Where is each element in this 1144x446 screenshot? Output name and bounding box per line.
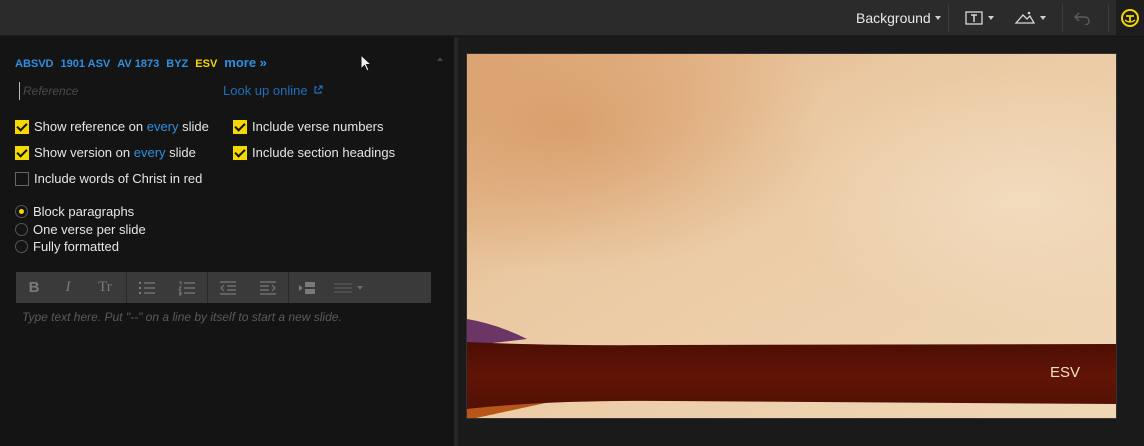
show-reference-checkbox[interactable] xyxy=(15,119,29,134)
background-label: Background xyxy=(856,10,931,26)
slide-background-image xyxy=(467,54,1116,418)
chevron-down-icon xyxy=(357,285,363,290)
scroll-up-arrow-icon[interactable] xyxy=(437,57,443,61)
version-byz[interactable]: BYZ xyxy=(166,58,188,70)
text-layout-button[interactable] xyxy=(964,0,994,36)
background-dropdown[interactable]: Background xyxy=(856,0,941,36)
toolbar-divider xyxy=(1108,4,1109,32)
fully-formatted-label: Fully formatted xyxy=(33,239,119,254)
fully-formatted-radio[interactable] xyxy=(15,240,28,253)
text-size-button[interactable]: Tr xyxy=(84,272,126,303)
top-toolbar: Background xyxy=(0,0,1144,36)
mouse-cursor-icon xyxy=(360,54,373,72)
editor-placeholder[interactable]: Type text here. Put "--" on a line by it… xyxy=(22,310,342,324)
reference-input[interactable] xyxy=(19,82,209,100)
one-verse-option[interactable]: One verse per slide xyxy=(15,222,146,237)
version-absvd[interactable]: ABSVD xyxy=(15,58,54,70)
one-verse-label: One verse per slide xyxy=(33,222,146,237)
insert-block-button[interactable] xyxy=(289,272,325,303)
version-esv[interactable]: ESV xyxy=(195,58,217,70)
numbered-list-button[interactable] xyxy=(167,272,207,303)
include-section-headings-option[interactable]: Include section headings xyxy=(233,145,395,160)
toolbar-divider xyxy=(1062,4,1063,32)
chevron-down-icon xyxy=(988,16,994,20)
look-up-online-label: Look up online xyxy=(223,83,308,98)
image-button[interactable] xyxy=(1014,0,1046,36)
outdent-icon xyxy=(220,280,236,295)
slide-version-label: ESV xyxy=(1049,364,1080,381)
fully-formatted-option[interactable]: Fully formatted xyxy=(15,239,119,254)
include-section-headings-label: Include section headings xyxy=(252,145,396,160)
show-reference-option[interactable]: Show reference on every slide xyxy=(15,119,209,134)
more-versions-link[interactable]: more » xyxy=(224,55,267,70)
version-av-1873[interactable]: AV 1873 xyxy=(117,58,159,70)
undo-button[interactable] xyxy=(1073,0,1091,36)
indent-icon xyxy=(260,280,276,295)
include-verse-numbers-checkbox[interactable] xyxy=(233,119,247,134)
include-words-christ-checkbox[interactable] xyxy=(15,171,29,186)
logo-badge-icon xyxy=(1121,9,1139,27)
insert-block-icon xyxy=(299,281,315,294)
version-list: ABSVD 1901 ASV AV 1873 BYZ ESV more » xyxy=(15,55,267,70)
bold-button[interactable]: B xyxy=(16,272,52,303)
bullet-list-button[interactable] xyxy=(127,272,167,303)
text-layout-icon xyxy=(965,11,983,25)
editor-toolbar: B I Tr xyxy=(16,272,431,303)
show-version-checkbox[interactable] xyxy=(15,145,29,160)
slide-preview[interactable]: ESV xyxy=(466,53,1117,419)
numbered-list-icon xyxy=(178,281,195,295)
look-up-online-link[interactable]: Look up online xyxy=(223,83,323,98)
block-paragraphs-label: Block paragraphs xyxy=(33,204,135,219)
scripture-panel: ABSVD 1901 ASV AV 1873 BYZ ESV more » Lo… xyxy=(0,37,452,446)
include-verse-numbers-label: Include verse numbers xyxy=(252,119,384,134)
include-words-christ-label: Include words of Christ in red xyxy=(34,171,203,186)
include-verse-numbers-option[interactable]: Include verse numbers xyxy=(233,119,384,134)
version-1901-asv[interactable]: 1901 ASV xyxy=(61,58,111,70)
undo-icon xyxy=(1074,12,1090,25)
chevron-down-icon xyxy=(934,16,941,20)
external-link-icon xyxy=(314,85,323,94)
show-reference-label: Show reference on every slide xyxy=(34,119,209,134)
outdent-button[interactable] xyxy=(208,272,248,303)
indent-button[interactable] xyxy=(248,272,288,303)
paragraph-style-icon xyxy=(334,282,352,293)
block-paragraphs-option[interactable]: Block paragraphs xyxy=(15,204,134,219)
chevron-down-icon xyxy=(1040,16,1046,20)
one-verse-radio[interactable] xyxy=(15,223,28,236)
include-section-headings-checkbox[interactable] xyxy=(233,145,247,160)
show-version-label: Show version on every slide xyxy=(34,145,196,160)
paragraph-style-dropdown[interactable] xyxy=(325,272,371,303)
show-version-option[interactable]: Show version on every slide xyxy=(15,145,196,160)
italic-button[interactable]: I xyxy=(52,272,84,303)
image-mountain-icon xyxy=(1014,11,1036,24)
logo-button[interactable] xyxy=(1116,0,1144,36)
bullet-list-icon xyxy=(138,281,155,294)
slide-preview-panel: ESV xyxy=(458,37,1144,446)
block-paragraphs-radio[interactable] xyxy=(15,205,28,218)
include-words-christ-option[interactable]: Include words of Christ in red xyxy=(15,171,202,186)
toolbar-divider xyxy=(948,4,949,32)
